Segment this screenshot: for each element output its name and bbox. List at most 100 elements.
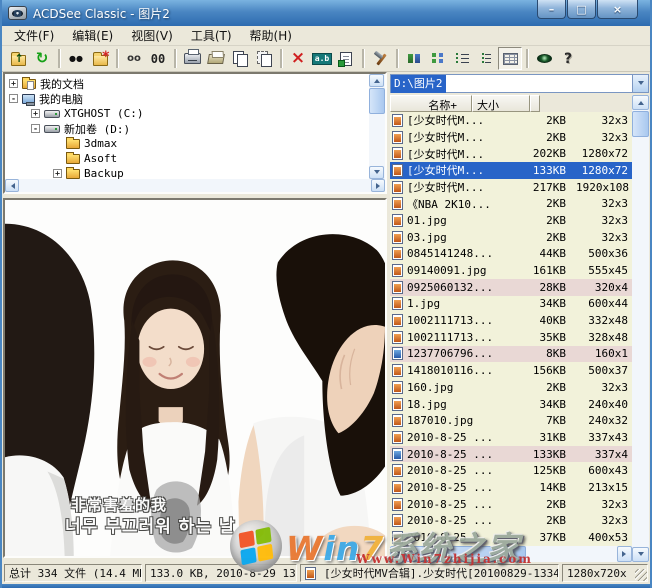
file-name: 2010-8-25 ... (407, 498, 494, 511)
tree-item[interactable]: 3dmax (5, 136, 369, 151)
[少女时代M...[interactable]: [少女时代M... 217KB 1920x108 (390, 179, 632, 196)
tree-horizontal-scrollbar[interactable] (5, 179, 385, 192)
list-horizontal-scrollbar[interactable] (390, 546, 632, 562)
view-icons-button[interactable] (426, 47, 450, 70)
scroll-left-button[interactable] (5, 179, 19, 192)
path-combobox[interactable]: D:\图片2 (390, 74, 649, 93)
0925060132...[interactable]: 0925060132... 28KB 320x4 (390, 279, 632, 296)
toolbar-button[interactable] (396, 49, 398, 68)
scroll-right-button[interactable] (617, 546, 632, 562)
list-vertical-scrollbar[interactable] (632, 95, 649, 562)
titlebar[interactable]: ACDSee Classic - 图片2 – □ × (2, 0, 650, 26)
tree-item[interactable]: + XTGHOST (C:) (5, 106, 369, 121)
acquire-button[interactable] (204, 47, 228, 70)
paste-button[interactable] (252, 47, 276, 70)
toolbar-button[interactable] (280, 49, 282, 68)
tree-vertical-scrollbar[interactable] (369, 74, 385, 179)
view-smalllist-button[interactable] (474, 47, 498, 70)
tree-item[interactable]: - 新加卷 (D:) (5, 121, 369, 136)
2010-8-25 ...[interactable]: 2010-8-25 ... 2KB 32x3 (390, 513, 632, 530)
favorites-button[interactable]: * (88, 47, 112, 70)
close-button[interactable]: × (597, 0, 638, 19)
view-thumbnails-button[interactable] (402, 47, 426, 70)
up-button[interactable]: ↑ (6, 47, 30, 70)
toolbar-button[interactable] (58, 49, 60, 68)
[少女时代M...[interactable]: [少女时代M... 202KB 1280x72 (390, 145, 632, 162)
187010.jpg[interactable]: 187010.jpg 7KB 240x32 (390, 412, 632, 429)
toolbar-icon: * (93, 55, 108, 66)
quick-view-button[interactable] (532, 47, 556, 70)
file-name: 2010-8-25 ... (407, 514, 494, 527)
2010-8-25 ...[interactable]: 2010-8-25 ... 14KB 213x15 (390, 479, 632, 496)
describe-button[interactable] (334, 47, 358, 70)
toolbar-button[interactable] (174, 49, 176, 68)
menu-item[interactable]: 视图(V) (122, 25, 182, 46)
tools-button[interactable] (368, 47, 392, 70)
minimize-button[interactable]: – (537, 0, 566, 19)
scroll-down-button[interactable] (369, 166, 384, 179)
scroll-right-button[interactable] (371, 179, 385, 192)
tree-item[interactable]: + Backup (5, 166, 369, 179)
scroll-left-button[interactable] (390, 546, 405, 562)
1002111713...[interactable]: 1002111713... 40KB 332x48 (390, 312, 632, 329)
0845141248...[interactable]: 0845141248... 44KB 500x36 (390, 246, 632, 263)
tree-expander[interactable]: - (31, 124, 40, 133)
print-button[interactable] (180, 47, 204, 70)
menu-item[interactable]: 文件(F) (5, 25, 63, 46)
1002111713...[interactable]: 1002111713... 35KB 328x48 (390, 329, 632, 346)
tree-expander[interactable]: + (53, 169, 62, 178)
tree-item[interactable]: - 我的电脑 (5, 91, 369, 106)
view-details-button[interactable] (498, 47, 522, 70)
scrollbar-thumb[interactable] (406, 546, 526, 562)
tree-item[interactable]: Asoft (5, 151, 369, 166)
2010-8-25 ...[interactable]: 2010-8-25 ... 125KB 600x43 (390, 462, 632, 479)
delete-button[interactable]: × (286, 47, 310, 70)
scrollbar-thumb[interactable] (632, 111, 649, 137)
copy-button[interactable] (228, 47, 252, 70)
refresh-button[interactable]: ↻ (30, 47, 54, 70)
help-button[interactable]: ? (556, 47, 580, 70)
view-list-button[interactable] (450, 47, 474, 70)
find-button[interactable]: ●● (64, 47, 88, 70)
tree-expander[interactable]: + (9, 79, 18, 88)
[少女时代M...[interactable]: [少女时代M... 133KB 1280x72 (390, 162, 632, 179)
resize-grip[interactable] (635, 569, 647, 581)
09140091.jpg[interactable]: 09140091.jpg 161KB 555x45 (390, 262, 632, 279)
1418010116...[interactable]: 1418010116... 156KB 500x37 (390, 362, 632, 379)
2010-8-25 ...[interactable]: 2010-8-25 ... 31KB 337x43 (390, 429, 632, 446)
scroll-up-button[interactable] (369, 74, 384, 87)
combobox-dropdown-button[interactable] (632, 75, 648, 92)
menu-item[interactable]: 工具(T) (182, 25, 241, 46)
tree-item[interactable]: + 我的文档 (5, 76, 369, 91)
scroll-down-button[interactable] (632, 547, 649, 562)
path-text[interactable]: D:\图片2 (391, 75, 446, 93)
maximize-button[interactable]: □ (567, 0, 596, 19)
toolbar-button[interactable] (526, 49, 528, 68)
01.jpg[interactable]: 01.jpg 2KB 32x3 (390, 212, 632, 229)
tree-expander[interactable]: - (9, 94, 18, 103)
column-header[interactable]: 大小 (472, 95, 530, 112)
1237706796...[interactable]: 1237706796... 8KB 160x1 (390, 346, 632, 363)
preview-small-button[interactable]: oo (122, 47, 146, 70)
2010-8-25 ...[interactable]: 2010-8-25 ... 2KB 32x3 (390, 496, 632, 513)
1.jpg[interactable]: 1.jpg 34KB 600x44 (390, 296, 632, 313)
2010-8-25 ...[interactable]: 2010-8-25 ... 133KB 337x4 (390, 446, 632, 463)
tree-expander[interactable]: + (31, 109, 40, 118)
menu-item[interactable]: 编辑(E) (63, 25, 122, 46)
scrollbar-thumb[interactable] (369, 88, 385, 114)
column-header[interactable] (530, 95, 540, 112)
160.jpg[interactable]: 160.jpg 2KB 32x3 (390, 379, 632, 396)
column-header[interactable]: 名称+ (390, 95, 472, 112)
03.jpg[interactable]: 03.jpg 2KB 32x3 (390, 229, 632, 246)
[少女时代M...[interactable]: [少女时代M... 2KB 32x3 (390, 129, 632, 146)
rename-button[interactable]: a.b (310, 47, 334, 70)
18.jpg[interactable]: 18.jpg 34KB 240x40 (390, 396, 632, 413)
preview-large-button[interactable]: 00 (146, 47, 170, 70)
toolbar-button[interactable] (362, 49, 364, 68)
[少女时代M...[interactable]: [少女时代M... 2KB 32x3 (390, 112, 632, 129)
《NBA 2K10...[interactable]: 《NBA 2K10... 2KB 32x3 (390, 195, 632, 212)
2010-8-25[interactable]: 2010-8-25 37KB 400x53 (390, 529, 632, 546)
toolbar-button[interactable] (116, 49, 118, 68)
scroll-up-button[interactable] (632, 95, 649, 110)
menu-item[interactable]: 帮助(H) (241, 25, 301, 46)
